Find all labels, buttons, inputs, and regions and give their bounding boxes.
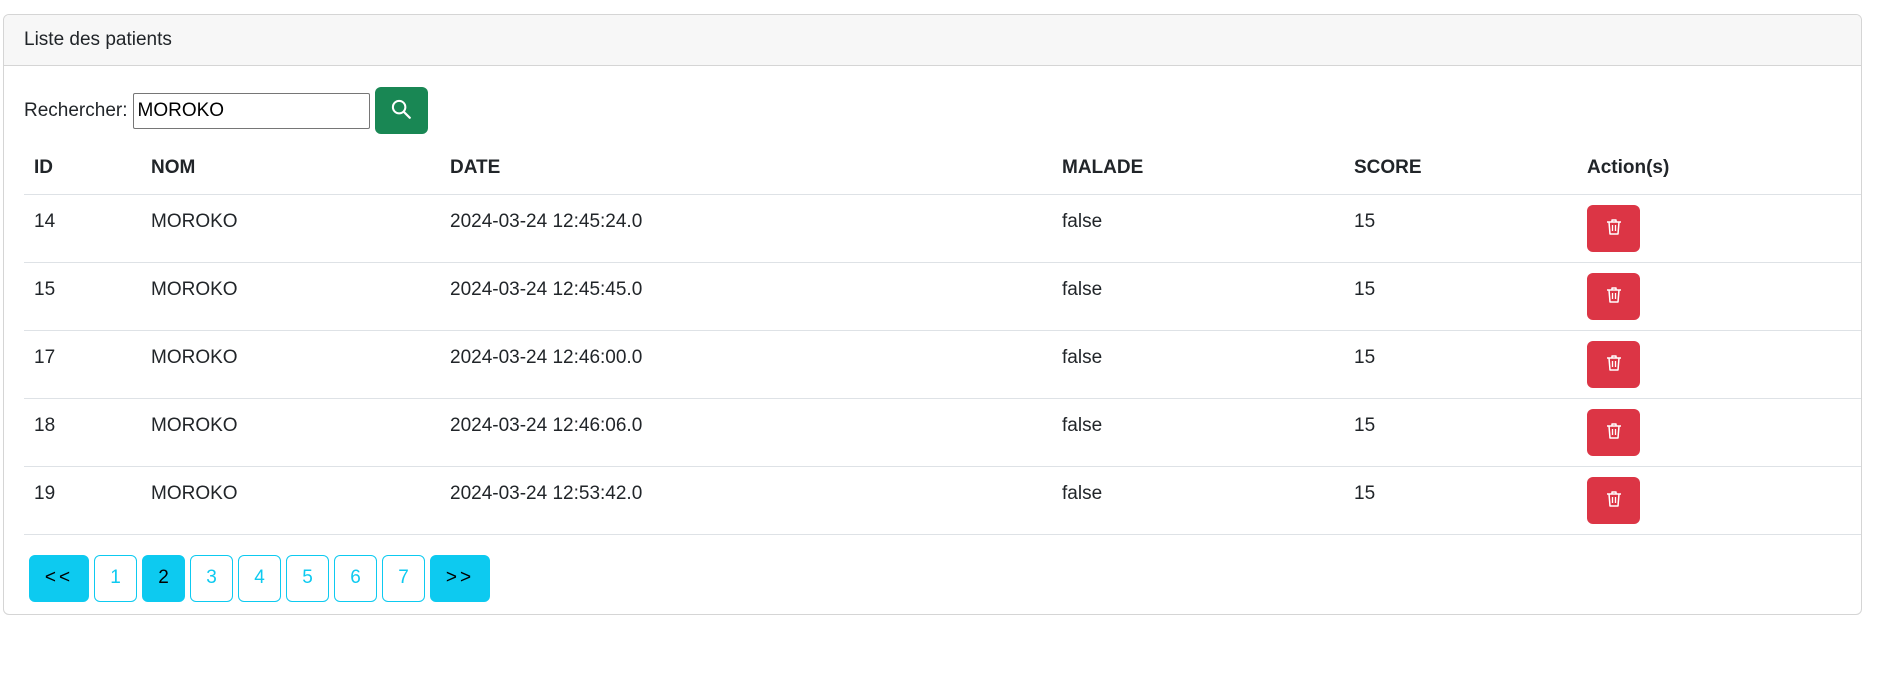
cell-id: 14	[24, 194, 141, 263]
cell-date: 2024-03-24 12:53:42.0	[440, 466, 1052, 535]
cell-nom: MOROKO	[141, 398, 440, 467]
cell-malade: false	[1052, 262, 1344, 331]
pagination-next-button[interactable]: >>	[430, 554, 490, 602]
trash-icon	[1606, 286, 1622, 307]
page-button-1[interactable]: 1	[94, 554, 137, 602]
delete-button[interactable]	[1587, 272, 1640, 320]
table-row: 15 MOROKO 2024-03-24 12:45:45.0 false 15	[24, 262, 1861, 331]
delete-button[interactable]	[1587, 340, 1640, 388]
cell-score: 15	[1344, 466, 1577, 535]
cell-date: 2024-03-24 12:46:00.0	[440, 330, 1052, 399]
cell-date: 2024-03-24 12:45:24.0	[440, 194, 1052, 263]
header-date: DATE	[440, 143, 1052, 195]
cell-malade: false	[1052, 466, 1344, 535]
header-id: ID	[24, 143, 141, 195]
search-label: Rechercher:	[24, 99, 128, 121]
page-button-5[interactable]: 5	[286, 554, 329, 602]
cell-score: 15	[1344, 194, 1577, 263]
cell-nom: MOROKO	[141, 466, 440, 535]
cell-nom: MOROKO	[141, 330, 440, 399]
cell-actions	[1577, 466, 1861, 535]
cell-actions	[1577, 262, 1861, 331]
cell-id: 15	[24, 262, 141, 331]
cell-malade: false	[1052, 330, 1344, 399]
cell-date: 2024-03-24 12:45:45.0	[440, 262, 1052, 331]
table-row: 14 MOROKO 2024-03-24 12:45:24.0 false 15	[24, 194, 1861, 263]
cell-malade: false	[1052, 398, 1344, 467]
header-nom: NOM	[141, 143, 440, 195]
page-button-7[interactable]: 7	[382, 554, 425, 602]
pagination-prev-button[interactable]: <<	[29, 554, 89, 602]
cell-id: 18	[24, 398, 141, 467]
table-row: 18 MOROKO 2024-03-24 12:46:06.0 false 15	[24, 398, 1861, 467]
cell-score: 15	[1344, 330, 1577, 399]
trash-icon	[1606, 490, 1622, 511]
cell-actions	[1577, 398, 1861, 467]
search-form: Rechercher:	[24, 87, 1841, 134]
page-button-6[interactable]: 6	[334, 554, 377, 602]
search-input[interactable]	[132, 92, 370, 129]
trash-icon	[1606, 218, 1622, 239]
cell-nom: MOROKO	[141, 194, 440, 263]
table-header-row: ID NOM DATE MALADE SCORE Action(s)	[24, 143, 1861, 195]
cell-actions	[1577, 194, 1861, 263]
card-header: Liste des patients	[4, 15, 1861, 66]
page-button-3[interactable]: 3	[190, 554, 233, 602]
page-button-4[interactable]: 4	[238, 554, 281, 602]
card-title: Liste des patients	[24, 29, 172, 50]
search-button[interactable]	[374, 87, 428, 134]
cell-actions	[1577, 330, 1861, 399]
header-actions: Action(s)	[1577, 143, 1861, 195]
cell-score: 15	[1344, 398, 1577, 467]
table-row: 19 MOROKO 2024-03-24 12:53:42.0 false 15	[24, 466, 1861, 535]
pagination: << 1 2 3 4 5 6 7 >>	[29, 554, 1841, 602]
cell-nom: MOROKO	[141, 262, 440, 331]
trash-icon	[1606, 422, 1622, 443]
card-body: Rechercher: ID NOM DATE MALADE SCORE Act…	[4, 87, 1861, 602]
trash-icon	[1606, 354, 1622, 375]
header-score: SCORE	[1344, 143, 1577, 195]
cell-score: 15	[1344, 262, 1577, 331]
table-row: 17 MOROKO 2024-03-24 12:46:00.0 false 15	[24, 330, 1861, 399]
cell-malade: false	[1052, 194, 1344, 263]
header-malade: MALADE	[1052, 143, 1344, 195]
search-icon	[391, 99, 411, 122]
page-button-2[interactable]: 2	[142, 554, 185, 602]
cell-id: 19	[24, 466, 141, 535]
patients-table: ID NOM DATE MALADE SCORE Action(s) 14 MO…	[24, 143, 1861, 535]
patients-card: Liste des patients Rechercher: ID NOM DA…	[3, 14, 1862, 615]
delete-button[interactable]	[1587, 408, 1640, 456]
cell-id: 17	[24, 330, 141, 399]
cell-date: 2024-03-24 12:46:06.0	[440, 398, 1052, 467]
delete-button[interactable]	[1587, 204, 1640, 252]
delete-button[interactable]	[1587, 476, 1640, 524]
